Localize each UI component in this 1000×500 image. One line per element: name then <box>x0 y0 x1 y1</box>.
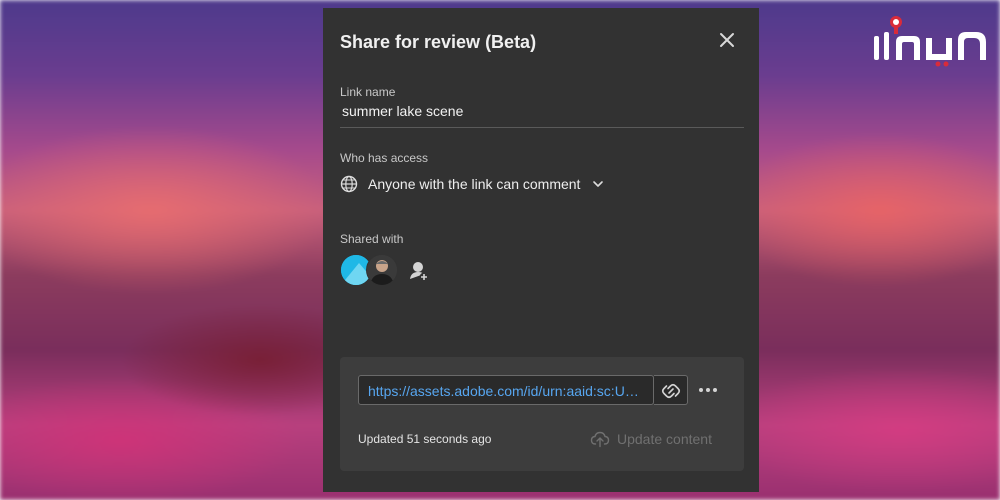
add-user-icon[interactable] <box>408 260 430 282</box>
update-content-button[interactable]: Update content <box>590 429 712 449</box>
dialog-title: Share for review (Beta) <box>340 32 537 52</box>
avatar-image <box>367 255 397 285</box>
link-name-input[interactable]: summer lake scene <box>342 103 463 119</box>
share-url-text: https://assets.adobe.com/id/urn:aaid:sc:… <box>368 383 648 399</box>
more-icon[interactable] <box>696 381 720 399</box>
share-url-field[interactable]: https://assets.adobe.com/id/urn:aaid:sc:… <box>358 375 654 405</box>
link-name-underline <box>340 127 744 128</box>
chevron-down-icon <box>593 181 604 187</box>
avatar[interactable] <box>366 254 398 286</box>
access-dropdown[interactable]: Anyone with the link can comment <box>340 173 604 195</box>
update-content-label: Update content <box>617 431 712 447</box>
site-logo <box>874 16 986 67</box>
shared-with-label: Shared with <box>340 232 404 246</box>
globe-icon <box>340 175 358 193</box>
access-value: Anyone with the link can comment <box>368 176 581 192</box>
share-for-review-dialog: Share for review (Beta) Link name summer… <box>323 8 759 492</box>
updated-timestamp: Updated 51 seconds ago <box>358 432 492 446</box>
share-link-section: https://assets.adobe.com/id/urn:aaid:sc:… <box>340 357 744 471</box>
close-icon[interactable] <box>717 30 737 50</box>
copy-link-button[interactable] <box>654 375 688 405</box>
link-name-label: Link name <box>340 85 396 99</box>
link-icon <box>661 383 681 399</box>
access-label: Who has access <box>340 151 429 165</box>
cloud-upload-icon <box>590 431 610 448</box>
